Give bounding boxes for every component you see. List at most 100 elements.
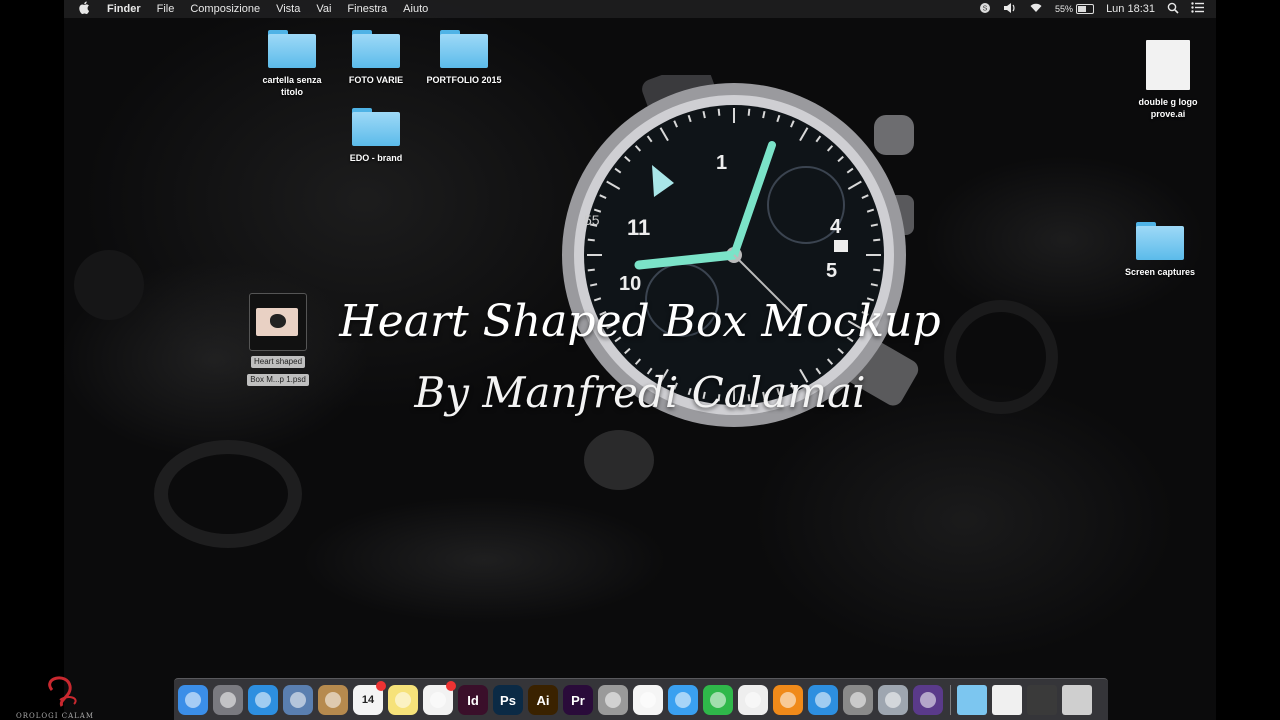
folder-label: cartella senza titolo: [262, 75, 322, 97]
dock-app-emblem: [290, 692, 306, 708]
notification-badge: [376, 681, 386, 691]
watch-crown: [874, 115, 914, 155]
notification-center-icon[interactable]: [1191, 2, 1204, 16]
battery-fill: [1078, 6, 1086, 12]
menu-aiuto[interactable]: Aiuto: [403, 3, 428, 15]
dock-app-emblem: [185, 692, 201, 708]
battery-percent: 55%: [1055, 4, 1074, 14]
premiere-icon[interactable]: Pr: [563, 685, 593, 715]
dial-numeral-1: 1: [716, 152, 727, 174]
file-label: double g logo prove.ai: [1138, 97, 1198, 119]
dock-app-emblem: [710, 692, 726, 708]
illustrator-icon[interactable]: Ai: [528, 685, 558, 715]
watch-tick: [870, 223, 878, 227]
menu-vai[interactable]: Vai: [316, 3, 331, 15]
contacts-icon[interactable]: [318, 685, 348, 715]
notes-icon[interactable]: [388, 685, 418, 715]
dock-app-emblem: [325, 692, 341, 708]
battery-status[interactable]: 55%: [1055, 4, 1095, 14]
itunes-icon[interactable]: [738, 685, 768, 715]
watch-tick: [587, 238, 595, 242]
launchpad-icon[interactable]: [213, 685, 243, 715]
messages-icon[interactable]: [668, 685, 698, 715]
menu-finestra[interactable]: Finestra: [347, 3, 387, 15]
wifi-icon[interactable]: [1029, 2, 1043, 16]
reminders-icon[interactable]: [423, 681, 456, 715]
desktop: Finder File Composizione Vista Vai Fines…: [64, 0, 1216, 720]
file-double-g-logo[interactable]: double g logo prove.ai: [1128, 40, 1208, 120]
dock-separator: [950, 685, 951, 715]
watch-tick: [590, 283, 598, 287]
dock-app-emblem: [780, 692, 796, 708]
volume-icon[interactable]: [1003, 2, 1017, 17]
folder-icon: [268, 30, 316, 68]
dial-numeral-5: 5: [826, 260, 837, 282]
apple-menu-icon[interactable]: [79, 1, 91, 17]
watch-tick: [762, 111, 766, 119]
system-preferences-icon[interactable]: [843, 685, 873, 715]
menu-app-name[interactable]: Finder: [107, 3, 141, 15]
menu-composizione[interactable]: Composizione: [190, 3, 260, 15]
dock-app-glyph: Ps: [500, 692, 516, 708]
dock-app-glyph: Pr: [571, 692, 585, 708]
dock-app-emblem: [395, 692, 411, 708]
dock-app-emblem: [885, 692, 901, 708]
indesign-icon[interactable]: Id: [458, 685, 488, 715]
photos-icon[interactable]: [633, 685, 663, 715]
folder-label: EDO - brand: [349, 153, 403, 163]
safari-icon[interactable]: [248, 685, 278, 715]
watch-tick: [873, 268, 881, 272]
dock-app-glyph: Ai: [536, 692, 550, 708]
folder-portfolio-2015[interactable]: PORTFOLIO 2015: [424, 30, 504, 86]
finder-icon[interactable]: [178, 685, 208, 715]
dial-numeral-4: 4: [830, 216, 842, 238]
preview-utility-icon[interactable]: [878, 685, 908, 715]
dock-app-emblem: [430, 692, 446, 708]
folder-screen-captures[interactable]: Screen captures: [1120, 222, 1200, 278]
dock-app-emblem: [255, 692, 271, 708]
photoshop-icon[interactable]: Ps: [493, 685, 523, 715]
folder-icon: [440, 30, 488, 68]
psd-label-line1: Heart shaped: [250, 356, 306, 368]
downloads-stack-icon[interactable]: [1027, 685, 1057, 715]
status-area: S 55% Lun 18:31: [979, 0, 1216, 18]
folder-cartella-senza-titolo[interactable]: cartella senza titolo: [252, 30, 332, 98]
ibooks-icon[interactable]: [773, 685, 803, 715]
watch-tick: [873, 238, 881, 242]
clock[interactable]: Lun 18:31: [1106, 3, 1155, 15]
watch-tick: [747, 108, 751, 116]
facetime-icon[interactable]: [703, 685, 733, 715]
purple-app-icon[interactable]: [913, 685, 943, 715]
dock-app-emblem: [220, 692, 236, 708]
skype-status-icon[interactable]: S: [979, 2, 991, 17]
notification-badge: [446, 681, 456, 691]
preview-icon[interactable]: [283, 685, 313, 715]
applications-folder-icon[interactable]: [957, 685, 987, 715]
menu-file[interactable]: File: [157, 3, 175, 15]
calendar-icon[interactable]: 14: [353, 681, 386, 715]
folder-foto-varie[interactable]: FOTO VARIE: [336, 30, 416, 86]
folder-icon: [1136, 222, 1184, 260]
document-stack-icon[interactable]: [992, 685, 1022, 715]
video-title: Heart Shaped Box Mockup: [339, 296, 941, 347]
bezel-numeral-55: 55: [584, 212, 600, 228]
trash-icon[interactable]: [1062, 685, 1092, 715]
dock: 14 Id Ps Ai Pr: [174, 678, 1108, 720]
menu-vista[interactable]: Vista: [276, 3, 300, 15]
svg-text:S: S: [983, 5, 988, 12]
watch-tick: [717, 108, 721, 116]
folder-edo-brand[interactable]: EDO - brand: [336, 108, 416, 164]
dock-app-glyph: 14: [361, 694, 375, 706]
dial-numeral-10: 10: [619, 273, 641, 295]
dock-app-emblem: [850, 692, 866, 708]
photo-booth-icon[interactable]: [598, 685, 628, 715]
app-store-icon[interactable]: [808, 685, 838, 715]
dock-app-glyph: Id: [467, 692, 479, 708]
watch-tick: [870, 283, 878, 287]
dock-app-emblem: [675, 692, 691, 708]
dock-app-emblem: [815, 692, 831, 708]
spotlight-icon[interactable]: [1167, 2, 1179, 17]
folder-label: PORTFOLIO 2015: [426, 75, 502, 85]
dock-app-emblem: [640, 692, 656, 708]
background-screw-decoration: [584, 430, 654, 490]
